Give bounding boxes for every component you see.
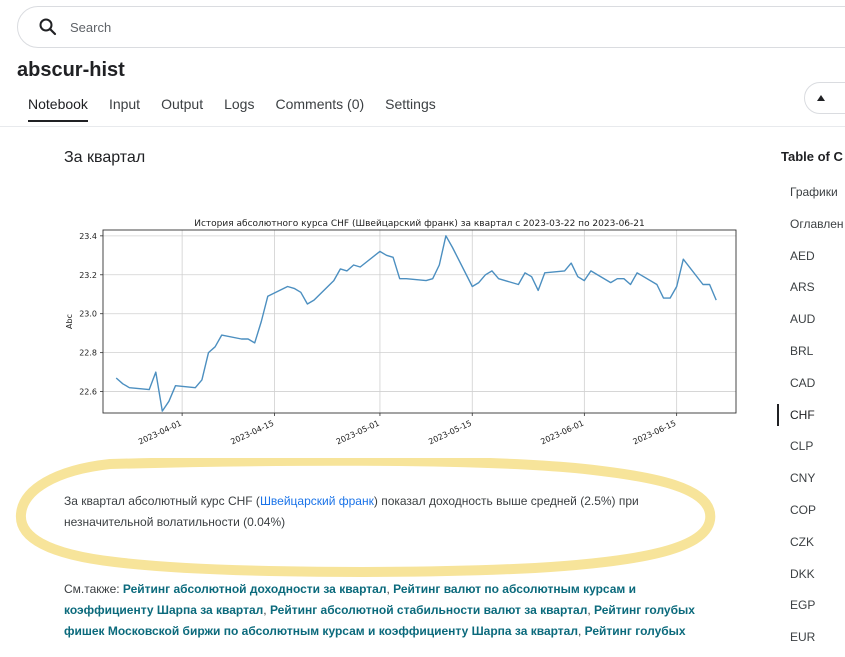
section-heading: За квартал xyxy=(64,149,146,166)
y-tick-label: 23.2 xyxy=(79,271,97,280)
tab-output[interactable]: Output xyxy=(161,96,203,122)
x-tick-label: 2023-06-01 xyxy=(539,419,585,447)
toc-item-active[interactable]: CHF xyxy=(790,403,844,435)
toc-item[interactable]: AUD xyxy=(790,307,844,339)
see-also: См.также: Рейтинг абсолютной доходности … xyxy=(64,582,695,638)
arrow-up-icon xyxy=(817,95,825,101)
x-tick-label: 2023-04-15 xyxy=(229,419,275,447)
description-prefix: За квартал абсолютный курс CHF ( xyxy=(64,494,260,508)
see-also-link-1[interactable]: Рейтинг абсолютной доходности за квартал xyxy=(123,582,387,596)
description-text: За квартал абсолютный курс CHF (Швейцарс… xyxy=(64,491,704,533)
toc-list: Графики Оглавлен AED ARS AUD BRL CAD CHF… xyxy=(790,180,844,657)
tab-input[interactable]: Input xyxy=(109,96,140,122)
series-line xyxy=(115,235,717,412)
toc-item[interactable]: BRL xyxy=(790,339,844,371)
upvote-button[interactable] xyxy=(804,82,845,114)
y-axis-label: Abc xyxy=(65,314,74,329)
toc-item[interactable]: CZK xyxy=(790,530,844,562)
tab-settings[interactable]: Settings xyxy=(385,96,436,122)
see-also-link-5[interactable]: Рейтинг голубых xyxy=(585,624,686,638)
y-tick-label: 23.4 xyxy=(79,232,97,241)
chart-title: История абсолютного курса CHF (Швейцарск… xyxy=(194,219,645,229)
x-tick-label: 2023-04-01 xyxy=(137,419,183,447)
tab-divider xyxy=(0,126,845,127)
search-input[interactable]: Search xyxy=(70,20,111,35)
toc-item[interactable]: COP xyxy=(790,498,844,530)
toc-item[interactable]: EGP xyxy=(790,593,844,625)
toc-item[interactable]: CNY xyxy=(790,466,844,498)
toc-item[interactable]: CLP xyxy=(790,434,844,466)
toc-item[interactable]: Графики xyxy=(790,180,844,212)
y-tick-label: 23.0 xyxy=(79,310,97,319)
see-also-label: См.также: xyxy=(64,582,120,596)
x-tick-label: 2023-05-15 xyxy=(427,419,473,447)
search-bar[interactable]: Search xyxy=(17,6,845,48)
tab-notebook[interactable]: Notebook xyxy=(28,96,88,122)
toc-item[interactable]: AED xyxy=(790,244,844,276)
toc-heading: Table of C xyxy=(781,149,843,164)
tab-bar: Notebook Input Output Logs Comments (0) … xyxy=(28,96,457,122)
y-tick-label: 22.6 xyxy=(79,388,97,397)
line-chart: История абсолютного курса CHF (Швейцарск… xyxy=(65,219,737,447)
toc-item[interactable]: DKK xyxy=(790,562,844,594)
toc-active-indicator xyxy=(777,404,779,426)
toc-item[interactable]: ARS xyxy=(790,275,844,307)
tab-comments[interactable]: Comments (0) xyxy=(275,96,364,122)
toc-item[interactable]: CAD xyxy=(790,371,844,403)
currency-link[interactable]: Швейцарский франк xyxy=(260,494,374,508)
tab-logs[interactable]: Logs xyxy=(224,96,254,122)
toc-item[interactable]: EUR xyxy=(790,625,844,657)
search-icon xyxy=(39,18,57,36)
see-also-link-3[interactable]: Рейтинг абсолютной стабильности валют за… xyxy=(270,603,587,617)
toc-item[interactable]: Оглавлен xyxy=(790,212,844,244)
x-tick-label: 2023-06-15 xyxy=(632,419,678,447)
x-tick-label: 2023-05-01 xyxy=(335,419,381,447)
y-tick-label: 22.8 xyxy=(79,349,97,358)
page-title: abscur-hist xyxy=(17,59,125,81)
